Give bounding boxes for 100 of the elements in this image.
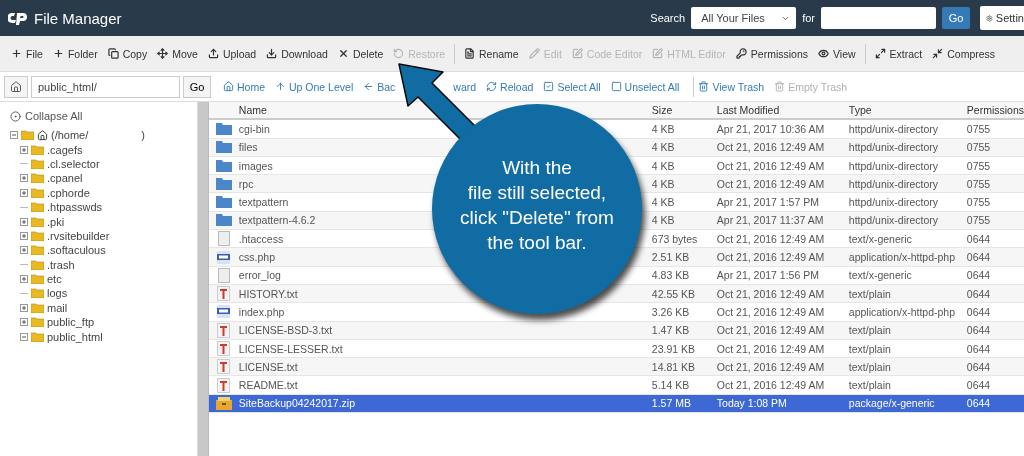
nav-link[interactable]: Select All (543, 80, 601, 93)
table-cell: Oct 21, 2016 12:49 AM (716, 358, 849, 377)
expand-toggle[interactable] (20, 303, 28, 312)
path-go-button[interactable]: Go (183, 75, 211, 98)
tree-item[interactable]: public_html (47, 330, 103, 343)
move-icon (157, 48, 169, 59)
expand-toggle[interactable] (20, 318, 28, 327)
toolbar-button[interactable]: Compress (927, 47, 1001, 60)
tree-item[interactable]: .cl.selector (47, 157, 100, 170)
toolbar-button[interactable]: Delete (332, 47, 389, 60)
home-button[interactable] (4, 75, 28, 98)
app-title: File Manager (34, 9, 123, 27)
checkbox-icon (610, 81, 622, 92)
arrow-left-icon (363, 81, 375, 92)
plus-icon (21, 146, 27, 153)
download-icon (266, 48, 278, 59)
toolbar-button[interactable]: Permissions (730, 47, 813, 60)
folder-icon (31, 187, 44, 198)
tree-item[interactable]: public_ftp (47, 316, 95, 329)
collapse-all-button[interactable]: Collapse All (10, 110, 83, 122)
table-cell: 4 KB (651, 175, 717, 194)
expand-toggle[interactable] (20, 246, 28, 255)
open-folder-icon (21, 130, 34, 141)
toolbar-button[interactable]: Rename (459, 47, 524, 60)
tree-item[interactable]: logs (47, 287, 68, 300)
toolbar-button[interactable]: View (813, 47, 861, 60)
toolbar-button[interactable]: Download (261, 47, 333, 60)
key-icon (735, 48, 747, 59)
folder-icon (31, 202, 44, 213)
nav-link[interactable]: Unselect All (610, 80, 680, 93)
toolbar-button[interactable]: Copy (102, 47, 153, 60)
tree-item[interactable]: mail (47, 301, 68, 314)
table-cell: application/x-httpd-php (848, 248, 967, 267)
expand-toggle[interactable] (20, 174, 28, 183)
column-header[interactable]: Last Modified (716, 102, 849, 121)
trash-icon (698, 81, 710, 92)
collapse-toggle[interactable] (10, 131, 18, 140)
expand-toggle[interactable] (20, 145, 28, 154)
path-field[interactable]: public_html/ (31, 75, 180, 98)
tree-item[interactable]: .rvsitebuilder (47, 229, 110, 242)
tree-item[interactable]: .cagefs (47, 143, 83, 156)
tree-item[interactable]: .pki (47, 215, 65, 228)
table-cell: 0644 (966, 248, 1024, 267)
tree-item[interactable]: .trash (47, 258, 75, 271)
settings-button[interactable]: Settin (980, 6, 1024, 30)
tree-item[interactable]: .htpasswds (47, 201, 103, 214)
folder-icon (215, 214, 232, 227)
search-go-button[interactable]: Go (942, 7, 970, 29)
minus-icon (11, 132, 17, 139)
plus-icon (21, 247, 27, 254)
search-scope-dropdown[interactable]: All Your Files (691, 7, 797, 29)
expand-toggle[interactable] (20, 231, 28, 240)
upload-icon (207, 48, 219, 59)
toolbar-button[interactable]: File (6, 47, 48, 60)
toolbar-button[interactable]: Folder (47, 47, 103, 60)
folder-icon (31, 158, 44, 169)
toolbar-button[interactable]: Extract (869, 47, 928, 60)
folder-icon (31, 216, 44, 227)
column-header[interactable]: Permissions (966, 102, 1024, 121)
search-field[interactable] (821, 7, 936, 29)
toolbar-button[interactable]: Upload (202, 47, 262, 60)
home-icon (10, 80, 22, 93)
tree-item-end: ) (141, 129, 145, 142)
table-cell: httpd/unix-directory (848, 175, 967, 194)
undo-icon (393, 48, 405, 59)
column-header[interactable]: Type (848, 102, 967, 121)
edit-icon (652, 48, 664, 59)
nav-link[interactable]: Reload (486, 80, 534, 93)
folder-icon (31, 274, 44, 285)
arrow-up-icon (275, 81, 286, 92)
tree-item[interactable]: .softaculous (47, 244, 106, 257)
checkbox-icon (543, 81, 555, 92)
nav-link[interactable]: View Trash (698, 80, 765, 93)
tree-item[interactable]: .cphorde (47, 186, 90, 199)
plus-icon (11, 48, 22, 59)
nav-link[interactable]: Up One Level (275, 80, 354, 93)
expand-icon (874, 48, 886, 59)
folder-icon (215, 196, 232, 209)
collapse-icon (10, 110, 21, 122)
expand-toggle[interactable] (20, 188, 28, 197)
column-header[interactable]: Size (651, 102, 717, 121)
plus-icon (21, 218, 27, 225)
tree-item[interactable]: etc (47, 273, 62, 286)
collapse-toggle[interactable] (20, 332, 28, 341)
expand-toggle[interactable] (20, 217, 28, 226)
expand-toggle[interactable] (20, 275, 28, 284)
nav-link[interactable]: Bac (363, 80, 396, 93)
nav-link[interactable]: ward (453, 80, 477, 93)
toolbar-button[interactable]: Move (152, 47, 203, 60)
scrollbar[interactable] (196, 102, 208, 456)
nav-link[interactable]: Home (223, 80, 265, 93)
gear-icon (986, 12, 993, 24)
cpanel-logo (8, 11, 28, 25)
eye-icon (818, 48, 829, 59)
tree-item[interactable]: .cpanel (47, 172, 83, 185)
for-label: for (802, 12, 815, 24)
table-cell: 0755 (966, 175, 1024, 194)
copy-icon (107, 48, 119, 59)
tree-item[interactable]: (/home/ (51, 129, 89, 142)
table-cell: 2.51 KB (651, 248, 717, 267)
